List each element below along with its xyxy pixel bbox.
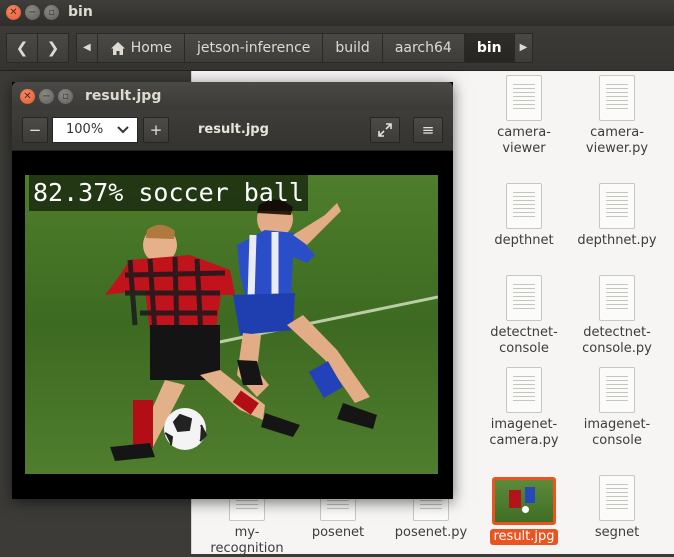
fullscreen-icon: [378, 123, 392, 137]
file-label: posenet.py: [394, 525, 468, 540]
breadcrumb: ◀ Home jetson-inference build aarch64 bi…: [76, 33, 534, 63]
image-viewer-window: ✕ − ▫ result.jpg − 100% + result.jpg ≡ 8…: [12, 82, 453, 499]
file-manager-titlebar: ✕ − ▫ bin: [0, 0, 674, 26]
window-title: bin: [68, 4, 93, 20]
caret-right-icon: ▶: [519, 42, 528, 53]
file-label: result.jpg: [490, 529, 558, 545]
forward-button[interactable]: ❯: [37, 33, 69, 63]
viewer-close-button[interactable]: ✕: [20, 89, 35, 104]
file-label: segnet: [594, 525, 640, 540]
breadcrumb-label: Home: [130, 40, 173, 56]
breadcrumb-home[interactable]: Home: [97, 33, 186, 63]
file-item[interactable]: depthnet.py: [569, 183, 665, 249]
file-item[interactable]: imagenet-camera.py: [476, 367, 572, 449]
viewer-minimize-button[interactable]: −: [39, 89, 54, 104]
image-thumbnail: [492, 477, 556, 525]
menu-button[interactable]: ≡: [413, 117, 443, 143]
document-icon: [506, 367, 542, 413]
file-item[interactable]: imagenet-console: [569, 367, 665, 449]
zoom-in-button[interactable]: +: [143, 117, 169, 143]
document-icon: [506, 183, 542, 229]
file-item[interactable]: segnet: [569, 475, 665, 541]
document-icon: [599, 275, 635, 321]
home-icon: [110, 41, 125, 55]
document-icon: [506, 75, 542, 121]
chevron-right-icon: ❯: [46, 39, 60, 57]
viewer-window-title: result.jpg: [85, 88, 162, 104]
file-item[interactable]: camera-viewer: [476, 75, 572, 157]
file-label: camera-viewer.py: [585, 125, 649, 156]
chevron-down-icon: [117, 118, 129, 150]
detection-label: 82.37% soccer ball: [29, 175, 308, 211]
file-label: posenet: [311, 525, 365, 540]
file-label: camera-viewer: [497, 125, 551, 156]
back-button[interactable]: ❮: [6, 33, 38, 63]
minimize-window-button[interactable]: −: [25, 5, 40, 20]
file-manager-toolbar: ❮ ❯ ◀ Home jetson-inference build aarch6…: [0, 26, 674, 71]
file-item[interactable]: detectnet-console: [476, 275, 572, 357]
viewer-toolbar: − 100% + result.jpg ≡: [12, 110, 453, 151]
file-label: imagenet-camera.py: [489, 417, 559, 448]
document-icon: [506, 275, 542, 321]
hamburger-icon: ≡: [421, 121, 435, 139]
file-label: depthnet.py: [577, 233, 657, 248]
zoom-level-select[interactable]: 100%: [52, 117, 138, 143]
breadcrumb-bin[interactable]: bin: [464, 33, 515, 63]
plus-icon: +: [149, 121, 163, 139]
close-window-button[interactable]: ✕: [6, 5, 21, 20]
document-icon: [599, 475, 635, 521]
zoom-level-value: 100%: [66, 122, 104, 137]
maximize-window-button[interactable]: ▫: [44, 5, 59, 20]
image-name-label: result.jpg: [198, 122, 269, 137]
file-label: imagenet-console: [583, 417, 651, 448]
minus-icon: −: [28, 121, 42, 139]
breadcrumb-label: jetson-inference: [197, 40, 311, 56]
breadcrumb-aarch64[interactable]: aarch64: [382, 33, 465, 63]
breadcrumb-label: build: [335, 40, 370, 56]
breadcrumb-jetson-inference[interactable]: jetson-inference: [185, 33, 324, 63]
file-item-selected[interactable]: result.jpg: [476, 477, 572, 545]
file-item[interactable]: depthnet: [476, 183, 572, 249]
document-icon: [599, 367, 635, 413]
file-item[interactable]: detectnet-console.py: [569, 275, 665, 357]
zoom-out-button[interactable]: −: [22, 117, 48, 143]
breadcrumb-build[interactable]: build: [323, 33, 383, 63]
caret-left-icon: ◀: [83, 42, 91, 53]
breadcrumb-scroll-right[interactable]: ▶: [514, 33, 534, 63]
document-icon: [599, 75, 635, 121]
file-item[interactable]: camera-viewer.py: [569, 75, 665, 157]
viewer-maximize-button[interactable]: ▫: [58, 89, 73, 104]
file-label: depthnet: [494, 233, 554, 248]
fullscreen-button[interactable]: [370, 117, 400, 143]
breadcrumb-label: bin: [476, 40, 502, 56]
file-label: detectnet-console: [490, 325, 558, 356]
breadcrumb-label: aarch64: [394, 40, 452, 56]
soccer-photo: [25, 175, 438, 474]
document-icon: [599, 183, 635, 229]
viewer-titlebar: ✕ − ▫ result.jpg: [12, 82, 453, 110]
image-display: 82.37% soccer ball: [25, 175, 438, 474]
chevron-left-icon: ❮: [15, 39, 29, 57]
breadcrumb-scroll-left[interactable]: ◀: [76, 33, 98, 63]
file-label: my-recognition: [210, 525, 284, 556]
file-label: detectnet-console.py: [582, 325, 652, 356]
